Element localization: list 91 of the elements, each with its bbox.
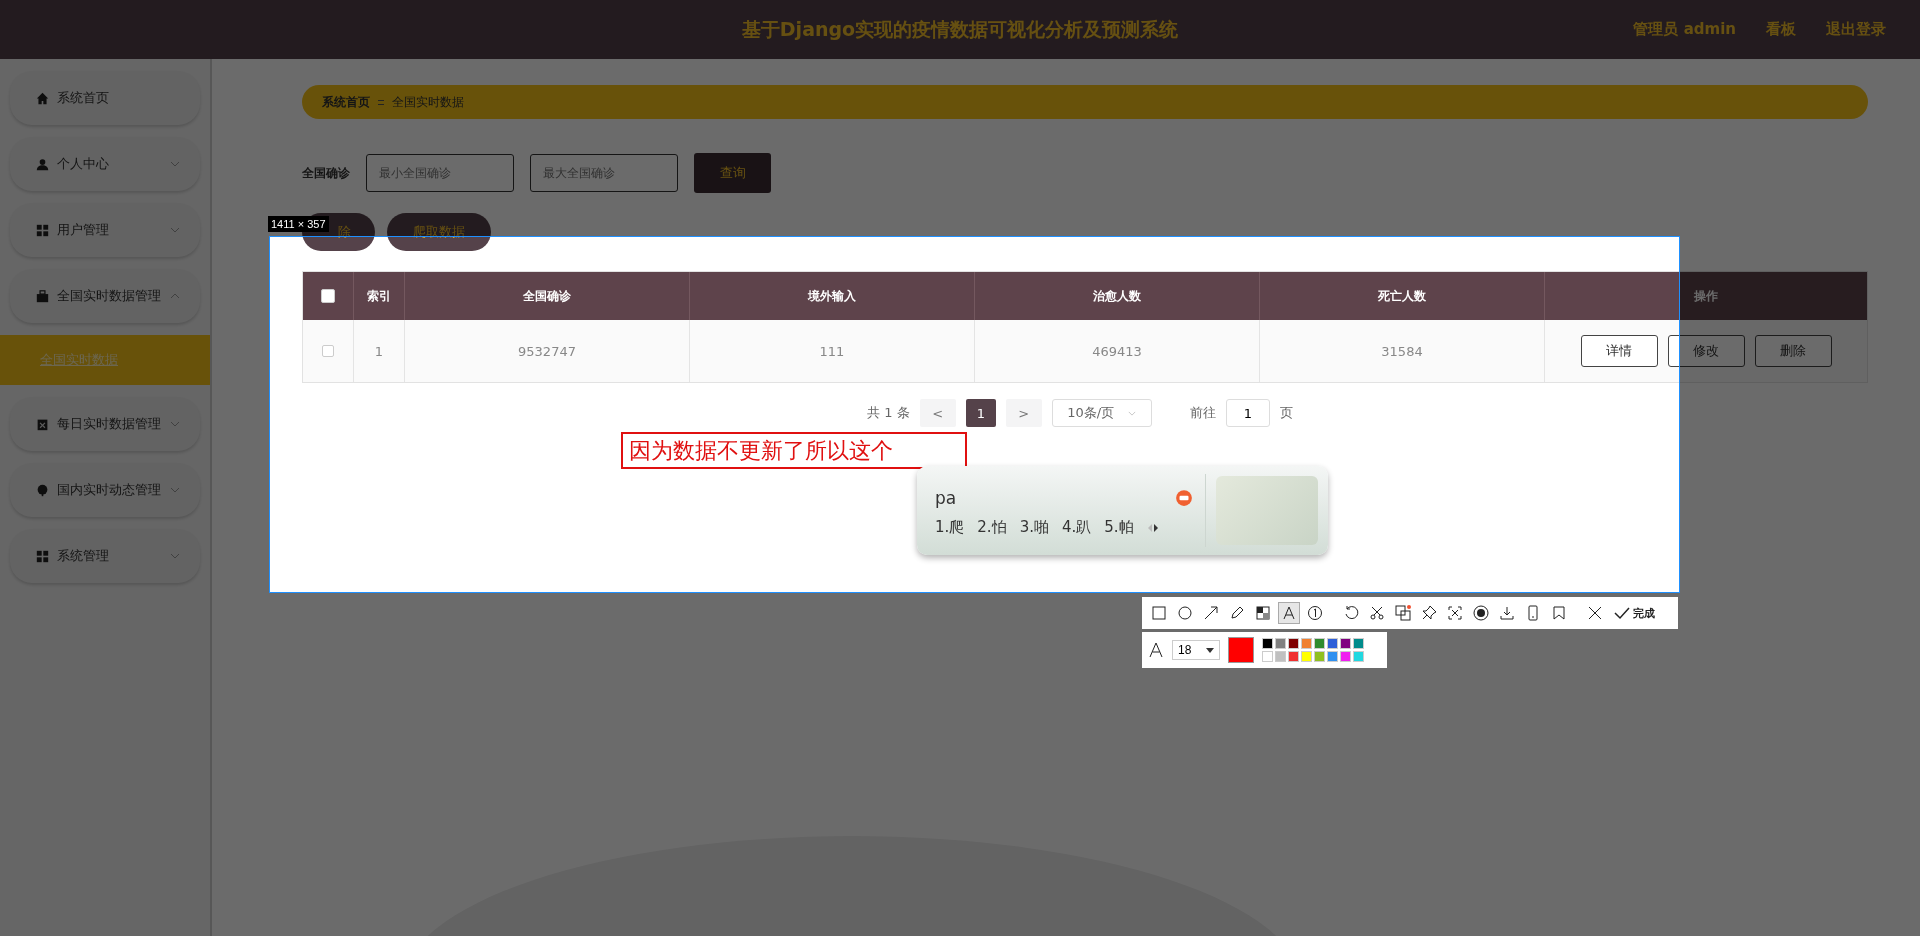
color-swatch[interactable] — [1288, 651, 1299, 662]
dropdown-icon — [1206, 647, 1214, 653]
table-cell: 31584 — [1260, 320, 1545, 382]
sidebar-label: 全国实时数据管理 — [57, 287, 162, 305]
page-size-select[interactable]: 10条/页 — [1051, 399, 1152, 427]
person-icon — [36, 157, 49, 171]
header-cell: 索引 — [354, 272, 405, 320]
ime-input-text: pa — [935, 488, 957, 508]
sidebar-item[interactable]: 系统首页 — [10, 71, 200, 125]
sidebar-item[interactable]: 全国实时数据管理 — [10, 269, 200, 323]
user-label: 管理员 admin — [1633, 20, 1736, 39]
header-link[interactable]: 退出登录 — [1826, 20, 1886, 39]
sidebar-label: 系统首页 — [57, 89, 110, 107]
header-cell: 操作 — [1545, 272, 1867, 320]
grid-icon — [36, 549, 49, 563]
color-swatch[interactable] — [1275, 651, 1286, 662]
emoji-icon — [1175, 489, 1193, 507]
header-cell: 境外输入 — [690, 272, 975, 320]
color-swatch[interactable] — [1353, 651, 1364, 662]
header-cell: 死亡人数 — [1260, 272, 1545, 320]
home-icon — [36, 91, 49, 105]
ime-candidate[interactable]: 5.帕 — [1104, 518, 1134, 537]
text-tool-icon[interactable] — [1278, 602, 1300, 624]
table-cell: 9532747 — [405, 320, 690, 382]
selection-size-label: 1411 × 357 — [268, 216, 329, 232]
ime-candidate[interactable]: 3.啪 — [1019, 518, 1049, 537]
color-swatch[interactable] — [1288, 638, 1299, 649]
annotation-text-box[interactable]: 因为数据不更新了所以这个 — [621, 432, 967, 469]
ime-candidate[interactable]: 4.趴 — [1061, 518, 1092, 537]
table-cell: 1 — [354, 320, 405, 382]
color-swatch[interactable] — [1301, 638, 1312, 649]
color-swatch[interactable] — [1340, 638, 1351, 649]
color-swatch[interactable] — [1340, 651, 1351, 662]
pin-icon — [36, 483, 49, 497]
page-button[interactable]: 1 — [965, 399, 996, 427]
search-button[interactable]: 查询 — [694, 153, 771, 193]
sidebar-item[interactable]: 系统管理 — [10, 529, 200, 583]
next-page-button[interactable]: > — [1005, 399, 1042, 427]
table-cell: 111 — [690, 320, 975, 382]
page-unit-label: 页 — [1279, 404, 1293, 422]
total-count: 共 1 条 — [867, 404, 910, 422]
header-cell: 治愈人数 — [975, 272, 1260, 320]
font-icon — [1148, 642, 1164, 658]
selection-frame[interactable] — [269, 236, 1680, 593]
sidebar-label: 个人中心 — [57, 155, 110, 173]
checkbox[interactable] — [321, 289, 335, 303]
grid-icon — [36, 223, 49, 237]
chevron-icon — [1128, 410, 1137, 416]
color-swatch[interactable] — [1314, 638, 1325, 649]
header-link[interactable]: 看板 — [1766, 20, 1796, 39]
sidebar-label: 国内实时动态管理 — [57, 481, 162, 499]
clipboard-icon — [36, 417, 49, 431]
color-swatch[interactable] — [1262, 651, 1273, 662]
color-swatch[interactable] — [1327, 638, 1338, 649]
sidebar-label: 系统管理 — [57, 547, 110, 565]
record-icon[interactable] — [1470, 602, 1492, 624]
color-swatch[interactable] — [1314, 651, 1325, 662]
translate-icon[interactable] — [1392, 602, 1414, 624]
breadcrumb-link[interactable]: 全国实时数据 — [392, 93, 464, 111]
color-swatch[interactable] — [1275, 638, 1286, 649]
header-cell: 全国确诊 — [405, 272, 690, 320]
goto-page-field[interactable]: 1 — [1225, 399, 1270, 427]
sidebar-item[interactable]: 每日实时数据管理 — [10, 397, 200, 451]
breadcrumb-link[interactable]: 系统首页 — [322, 93, 370, 111]
goto-label: 前往 — [1189, 404, 1216, 422]
table-cell: 469413 — [975, 320, 1260, 382]
briefcase-icon — [36, 289, 49, 303]
sidebar-item[interactable]: 个人中心 — [10, 137, 200, 191]
row-action-button[interactable]: 修改 — [1667, 335, 1745, 367]
row-action-button[interactable]: 删除 — [1754, 335, 1832, 367]
checkmark-icon — [1614, 605, 1630, 621]
color-swatch[interactable] — [1301, 651, 1312, 662]
sidebar-label: 用户管理 — [57, 221, 110, 239]
ime-candidate[interactable]: 2.怕 — [977, 518, 1007, 537]
current-color-swatch[interactable] — [1228, 637, 1254, 663]
site-title: 基于Django实现的疫情数据可视化分析及预测系统 — [741, 16, 1179, 42]
sidebar-item[interactable]: 国内实时动态管理 — [10, 463, 200, 517]
separator-icon — [378, 99, 384, 105]
prev-page-button[interactable]: < — [919, 399, 956, 427]
search-label: 全国确诊 — [302, 164, 350, 182]
checkbox[interactable] — [322, 345, 334, 357]
done-button[interactable]: 完成 — [1610, 605, 1659, 621]
sidebar-label: 每日实时数据管理 — [57, 415, 162, 433]
sidebar-item[interactable]: 用户管理 — [10, 203, 200, 257]
color-swatch[interactable] — [1353, 638, 1364, 649]
page-arrows-icon[interactable] — [1146, 522, 1159, 533]
color-swatch[interactable] — [1327, 651, 1338, 662]
font-size-select[interactable]: 18 — [1172, 640, 1220, 660]
row-action-button[interactable]: 详情 — [1580, 335, 1658, 367]
color-swatch[interactable] — [1262, 638, 1273, 649]
ime-candidate[interactable]: 1.爬 — [935, 518, 965, 537]
